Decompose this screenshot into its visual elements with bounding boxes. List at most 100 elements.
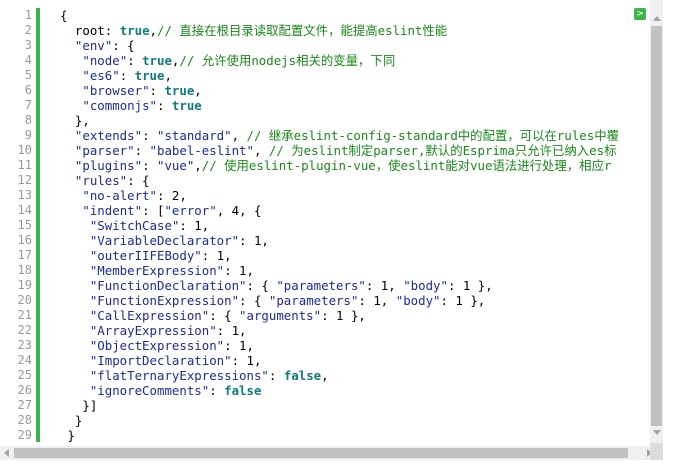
code-line: { bbox=[60, 8, 649, 23]
code-token: : 1 }, bbox=[440, 293, 486, 308]
code-token: "browser" bbox=[82, 83, 150, 98]
code-token: "vue" bbox=[156, 158, 195, 173]
vertical-scrollbar[interactable] bbox=[650, 0, 663, 443]
code-token: : bbox=[127, 53, 143, 68]
code-token: "parameters" bbox=[276, 278, 366, 293]
line-number: 11 bbox=[17, 158, 32, 172]
code-token: false bbox=[283, 368, 322, 383]
code-token: "FunctionDeclaration" bbox=[89, 278, 247, 293]
code-line: "parser": "babel-eslint", // 为eslint制定pa… bbox=[60, 143, 649, 158]
code-line: }] bbox=[60, 398, 649, 413]
code-token: : { bbox=[209, 308, 240, 323]
code-token: "flatTernaryExpressions" bbox=[89, 368, 269, 383]
code-token: "es6" bbox=[82, 68, 120, 83]
code-line: "commonjs": true bbox=[60, 98, 649, 113]
chevron-right-icon[interactable]: > bbox=[634, 8, 646, 20]
line-number: 17 bbox=[17, 248, 32, 262]
code-content[interactable]: { root: true,// 直接在根目录读取配置文件，能提高eslint性能… bbox=[60, 8, 649, 442]
code-token: : bbox=[142, 158, 157, 173]
code-line: "flatTernaryExpressions": false, bbox=[60, 368, 649, 383]
code-token: : bbox=[268, 368, 284, 383]
scroll-down-arrow-icon[interactable] bbox=[653, 430, 661, 435]
code-token: , bbox=[231, 128, 247, 143]
code-token: "FunctionExpression" bbox=[89, 293, 240, 308]
code-token: : 1, bbox=[216, 323, 247, 338]
code-token: true bbox=[134, 68, 165, 83]
code-token: : bbox=[157, 98, 172, 113]
line-number: 28 bbox=[17, 413, 32, 427]
line-number: 8 bbox=[24, 113, 32, 127]
code-token: : 1, bbox=[231, 353, 262, 368]
line-number-gutter: 1 2 3 4 5 6 7 8 9 10 11 12 13 14 15 16 17 18 19 20 21 22 23 24 2… bbox=[0, 0, 40, 443]
code-token: : { bbox=[239, 293, 269, 308]
code-token: "parser" bbox=[74, 143, 135, 158]
line-number: 16 bbox=[17, 233, 32, 247]
vertical-scroll-thumb[interactable] bbox=[651, 26, 662, 426]
code-token: "ignoreComments" bbox=[89, 383, 210, 398]
code-token: : bbox=[119, 68, 135, 83]
code-token: : 1, bbox=[358, 293, 396, 308]
line-number: 21 bbox=[17, 308, 32, 322]
code-line: "ObjectExpression": 1, bbox=[60, 338, 649, 353]
code-line: "env": { bbox=[60, 38, 649, 53]
code-token: : 1, bbox=[365, 278, 404, 293]
line-number: 22 bbox=[17, 323, 32, 337]
code-token: false bbox=[224, 383, 262, 398]
code-token: "error" bbox=[164, 203, 217, 218]
code-token: { bbox=[60, 8, 68, 23]
line-number: 9 bbox=[24, 128, 32, 142]
code-line: "rules": { bbox=[60, 173, 649, 188]
horizontal-scroll-thumb[interactable] bbox=[14, 448, 628, 458]
code-line: "SwitchCase": 1, bbox=[60, 218, 649, 233]
line-number: 12 bbox=[17, 173, 32, 187]
code-token: : 1, bbox=[239, 233, 269, 248]
code-line: "ArrayExpression": 1, bbox=[60, 323, 649, 338]
code-token: : 1 }, bbox=[447, 278, 493, 293]
code-token: "SwitchCase" bbox=[89, 218, 180, 233]
code-token: } bbox=[60, 428, 75, 442]
code-token: , bbox=[194, 158, 202, 173]
horizontal-scrollbar[interactable] bbox=[0, 446, 663, 460]
code-line: "indent": ["error", 4, { bbox=[60, 203, 649, 218]
code-token: : 1 }, bbox=[321, 308, 366, 323]
code-token: "ImportDeclaration" bbox=[89, 353, 232, 368]
code-token: "plugins" bbox=[74, 158, 143, 173]
code-line: root: true,// 直接在根目录读取配置文件，能提高eslint性能 bbox=[60, 23, 649, 38]
code-line: "MemberExpression": 1, bbox=[60, 263, 649, 278]
scroll-left-arrow-icon[interactable] bbox=[4, 449, 9, 457]
code-line: "ImportDeclaration": 1, bbox=[60, 353, 649, 368]
code-token: }, bbox=[60, 113, 90, 128]
code-token: true bbox=[142, 53, 172, 68]
code-token: "outerIIFEBody" bbox=[89, 248, 202, 263]
code-token: true bbox=[119, 23, 150, 38]
line-number: 6 bbox=[24, 83, 32, 97]
line-number: 24 bbox=[17, 353, 32, 367]
code-token: , bbox=[149, 23, 157, 38]
code-token: // 允许使用nodejs相关的变量，下同 bbox=[179, 53, 396, 68]
scroll-up-arrow-icon[interactable] bbox=[653, 16, 661, 21]
code-token: : { bbox=[127, 173, 150, 188]
code-line: "VariableDeclarator": 1, bbox=[60, 233, 649, 248]
code-token: , bbox=[321, 368, 329, 383]
line-numbers: 1 2 3 4 5 6 7 8 9 10 11 12 13 14 15 16 17 18 19 20 21 22 23 24 2… bbox=[0, 8, 32, 443]
line-number: 7 bbox=[24, 98, 32, 112]
code-token: // 继承eslint-config-standard中的配置，可以在rules… bbox=[246, 128, 619, 143]
code-line: "es6": true, bbox=[60, 68, 649, 83]
scrollbar-corner bbox=[650, 443, 663, 460]
line-number: 4 bbox=[24, 53, 32, 67]
code-token: : bbox=[149, 83, 165, 98]
code-token: "indent" bbox=[82, 203, 143, 218]
code-token: "node" bbox=[82, 53, 128, 68]
code-token: // 使用eslint-plugin-vue，使eslint能对vue语法进行处… bbox=[201, 158, 612, 173]
